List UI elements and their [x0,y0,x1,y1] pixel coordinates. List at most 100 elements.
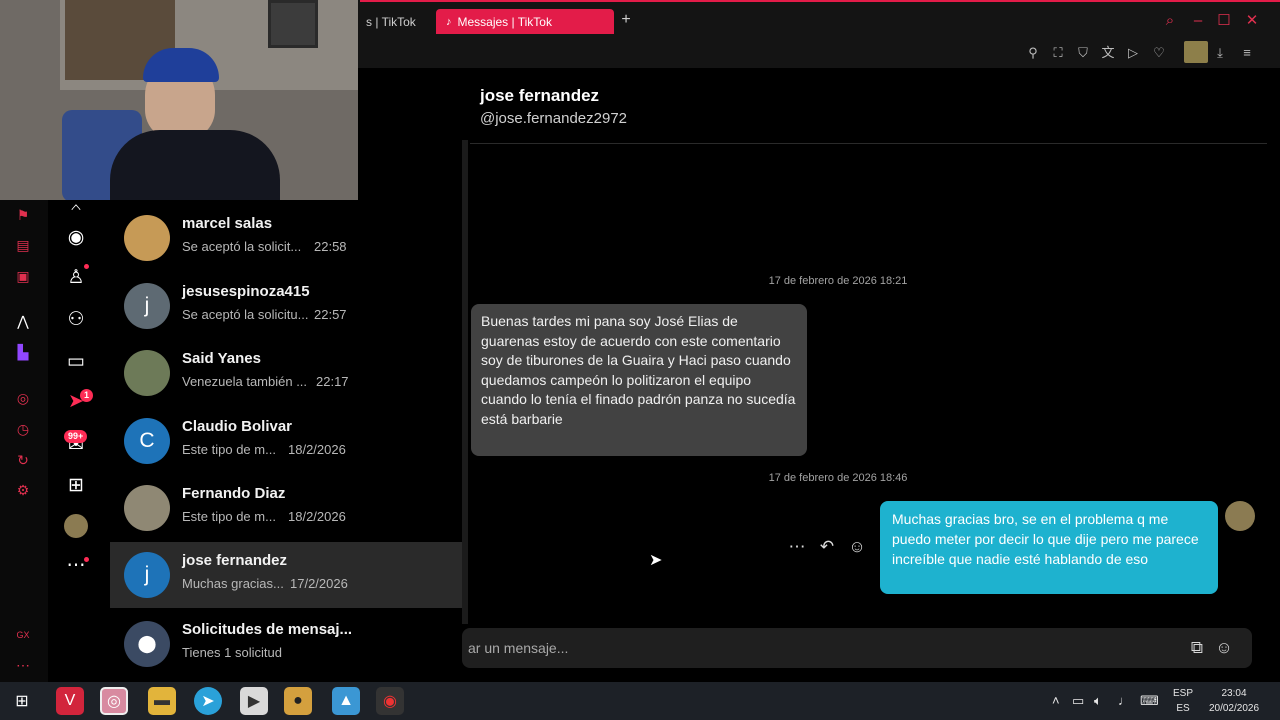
more-dots-icon[interactable]: ⋯ [13,655,33,675]
conversation-preview: Este tipo de m... [182,509,276,524]
react-emoji-icon[interactable]: ☺ [846,536,868,558]
avatar-initial: C [139,429,155,452]
conversation-name: Solicitudes de mensaj... [182,621,353,638]
opera-gx-icon[interactable]: ◎ [100,687,128,715]
conversation-name: jose fernandez [182,552,288,569]
language-line-1: ESP [1172,688,1193,699]
heart-icon[interactable]: ♡ [1150,44,1168,62]
explore-compass-icon[interactable]: ◉ [62,224,90,252]
box-icon[interactable]: ▣ [13,266,33,286]
conversation-preview: Venezuela también ... [182,374,308,389]
more-dot [84,557,89,562]
webcam-picture-frame [268,0,318,48]
conversation-item[interactable]: Said Yanes Venezuela también ... 22:17 [110,340,462,406]
microphone-icon[interactable]: ♩ [1118,693,1131,708]
conversation-item[interactable]: j jesusespinoza415 Se aceptó la solicitu… [110,273,462,339]
list-scrollbar[interactable] [462,140,468,624]
conversation-item[interactable]: marcel salas Se aceptó la solicit... 22:… [110,205,462,271]
app-icon[interactable]: ▲ [332,687,360,715]
target-icon[interactable]: ◎ [13,388,33,408]
conversation-preview: Se aceptó la solicit... [182,239,302,254]
conversation-name: Claudio Bolivar [182,418,293,435]
pin-icon[interactable]: ⚲ [1024,44,1042,62]
translate-icon[interactable]: 文 [1099,44,1117,62]
ox-icon[interactable]: GX [13,625,33,645]
incoming-message[interactable]: Buenas tardes mi pana soy José Elias de … [471,304,807,456]
refresh-icon[interactable]: ↻ [13,450,33,470]
conversation-item-selected[interactable]: j jose fernandez Muchas gracias... 17/2/… [110,542,462,608]
tab-messages[interactable]: ♪ Messajes | TikTok [436,9,614,34]
chat-peer-name[interactable]: jose fernandez [480,86,599,106]
shield-icon[interactable]: ⛉ [1074,44,1092,62]
language-indicator[interactable]: ESP ES [1166,686,1200,716]
friends-icon[interactable]: ⚇ [62,306,90,334]
message-timestamp: 17 de febrero de 2026 18:46 [768,472,908,484]
sticker-icon[interactable]: ⧉ [1186,637,1208,659]
keyboard-icon[interactable]: ⌨ [1140,693,1159,709]
message-input[interactable] [468,628,1168,668]
conversation-item[interactable]: Fernando Diaz Este tipo de m... 18/2/202… [110,475,462,541]
vivaldi-browser-icon[interactable]: V [56,687,84,715]
conversation-preview: Muchas gracias... [182,576,284,591]
twitch-icon[interactable]: ▙ [13,342,33,362]
outgoing-message[interactable]: Muchas gracias bro, se en el problema q … [880,501,1218,594]
system-clock[interactable]: 23:04 20/02/2026 [1204,686,1264,716]
screenshot-icon[interactable]: ⛶ [1049,44,1067,62]
recorder-icon[interactable]: ◉ [376,687,404,715]
more-options-icon[interactable]: ⋯ [786,536,808,558]
windows-start-icon[interactable]: ⊞ [8,687,36,715]
inbox-badge: 99+ [64,430,88,443]
play-icon[interactable]: ▷ [1124,44,1142,62]
avatar [124,215,170,261]
language-line-2: ES [1176,703,1190,714]
maximize-button[interactable]: ☐ [1215,12,1233,30]
stream-icon[interactable]: ⋀ [13,311,33,331]
upload-plus-icon[interactable]: ⊞ [62,472,90,500]
minimize-button[interactable]: ‒ [1189,12,1207,30]
profile-avatar[interactable] [64,514,88,538]
conversation-time: 22:17 [316,374,349,389]
file-explorer-icon[interactable]: ▬ [148,687,176,715]
conversation-preview: Tienes 1 solicitud [182,645,282,660]
clock-time: 23:04 [1221,688,1247,699]
accent-line [360,0,1280,2]
windows-taskbar [0,682,1280,720]
conversation-name: jesusespinoza415 [182,283,310,300]
obs-icon[interactable]: ● [284,687,312,715]
webcam-overlay [0,0,358,202]
conversation-item[interactable]: C Claudio Bolivar Este tipo de m... 18/2… [110,408,462,474]
avatar-initial: j [144,563,150,586]
avatar [124,485,170,531]
emoji-icon[interactable]: ☺ [1213,637,1235,659]
volume-icon[interactable]: 🔈︎ [1094,693,1102,709]
show-hidden-icons[interactable]: ˄ [1052,693,1060,708]
conversation-time: 22:58 [314,239,347,254]
network-icon[interactable]: ▭ [1072,693,1084,709]
notifications-badge: 1 [80,389,94,402]
conversation-name: marcel salas [182,215,273,232]
close-window-button[interactable]: ✕ [1243,12,1261,30]
chat-peer-handle[interactable]: @jose.fernandez2972 [480,110,627,127]
conversation-name: Said Yanes [182,350,261,367]
tiktok-icon: ♪ [446,15,452,28]
new-tab-button[interactable]: + [618,10,634,30]
live-tv-icon[interactable]: ▭ [62,348,90,376]
bell-icon[interactable]: ⚑ [13,205,33,225]
media-player-icon[interactable]: ▶ [240,687,268,715]
reply-icon[interactable]: ↶ [816,536,838,558]
settings-gear-icon[interactable]: ⚙ [13,480,33,500]
download-icon[interactable]: ⤓ [1211,44,1229,62]
message-requests-item[interactable]: ⬤ Solicitudes de mensaj... Tienes 1 soli… [110,611,462,677]
conversation-preview: Se aceptó la solicitu... [182,307,309,322]
menu-icon[interactable]: ≡ [1238,44,1256,62]
chat-icon[interactable]: ▤ [13,235,33,255]
telegram-icon[interactable]: ➤ [194,687,222,715]
conversation-preview: Este tipo de m... [182,442,276,457]
clock-icon[interactable]: ◷ [13,419,33,439]
message-composer: ⧉ ☺ [462,628,1252,668]
search-icon[interactable]: ⌕ [1161,12,1179,30]
profile-thumbnail[interactable] [1184,41,1208,63]
home-icon[interactable]: ⌂ [62,196,90,210]
sender-avatar [1225,501,1255,531]
tab-tiktok[interactable]: s | TikTok [356,9,434,34]
